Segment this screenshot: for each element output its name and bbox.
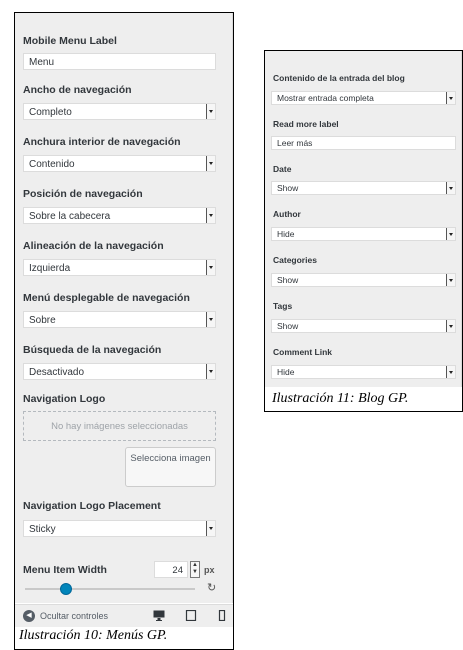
nav-position-label: Posición de navegación — [23, 188, 143, 200]
nav-logo-placement-label: Navigation Logo Placement — [23, 500, 161, 512]
date-label: Date — [273, 164, 292, 174]
read-more-label: Read more label — [273, 119, 339, 129]
menu-item-width-label: Menu Item Width — [23, 564, 107, 576]
nav-alignment-label: Alineación de la navegación — [23, 240, 164, 252]
unit-label: px — [204, 565, 215, 575]
blog-content-value: Mostrar entrada completa — [277, 93, 374, 103]
nav-logo-placement-value: Sticky — [29, 524, 56, 535]
chevron-down-icon[interactable] — [206, 208, 215, 223]
tags-label: Tags — [273, 301, 293, 311]
blog-customizer-panel: Contenido de la entrada del blog Mostrar… — [265, 51, 462, 387]
tags-select[interactable]: Show — [271, 319, 456, 333]
reset-icon[interactable]: ↻ — [207, 581, 216, 594]
nav-width-label: Ancho de navegación — [23, 84, 132, 96]
nav-inner-width-value: Contenido — [29, 159, 75, 170]
chevron-down-icon[interactable] — [446, 182, 455, 194]
chevron-down-icon[interactable] — [206, 312, 215, 327]
nav-logo-placement-select[interactable]: Sticky — [23, 520, 216, 537]
chevron-down-icon[interactable] — [446, 228, 455, 240]
tags-value: Show — [277, 321, 299, 331]
tablet-icon[interactable] — [185, 610, 197, 621]
hide-controls-button[interactable]: Ocultar controles — [40, 611, 108, 621]
mobile-menu-label-input[interactable]: Menu — [23, 53, 216, 70]
nav-search-label: Búsqueda de la navegación — [23, 344, 162, 356]
spinner-icon[interactable]: ▲ ▼ — [190, 561, 200, 578]
menus-customizer-panel: Mobile Menu Label Menu Ancho de navegaci… — [15, 13, 233, 627]
read-more-input[interactable]: Leer más — [271, 136, 456, 150]
nav-position-value: Sobre la cabecera — [29, 211, 111, 222]
customizer-footer: ◀ Ocultar controles — [15, 604, 233, 627]
blog-content-select[interactable]: Mostrar entrada completa — [271, 91, 456, 105]
author-value: Hide — [277, 229, 295, 239]
menu-item-width-slider[interactable] — [25, 583, 195, 595]
comment-link-select[interactable]: Hide — [271, 365, 456, 379]
nav-dropdown-label: Menú desplegable de navegación — [23, 292, 190, 304]
mobile-icon[interactable] — [216, 610, 228, 621]
menus-figure: Mobile Menu Label Menu Ancho de navegaci… — [14, 12, 234, 650]
nav-inner-width-select[interactable]: Contenido — [23, 155, 216, 172]
menu-item-width-input[interactable]: 24 — [154, 561, 188, 578]
comment-link-value: Hide — [277, 367, 295, 377]
chevron-down-icon[interactable] — [206, 521, 215, 536]
chevron-down-icon[interactable] — [206, 104, 215, 119]
date-select[interactable]: Show — [271, 181, 456, 195]
nav-inner-width-label: Anchura interior de navegación — [23, 136, 181, 148]
author-select[interactable]: Hide — [271, 227, 456, 241]
nav-alignment-value: Izquierda — [29, 263, 71, 274]
circle-left-icon[interactable]: ◀ — [23, 610, 35, 622]
blog-content-label: Contenido de la entrada del blog — [273, 73, 405, 83]
author-label: Author — [273, 209, 301, 219]
date-value: Show — [277, 183, 299, 193]
comment-link-label: Comment Link — [273, 347, 333, 357]
nav-search-select[interactable]: Desactivado — [23, 363, 216, 380]
nav-dropdown-select[interactable]: Sobre — [23, 311, 216, 328]
nav-alignment-select[interactable]: Izquierda — [23, 259, 216, 276]
nav-width-select[interactable]: Completo — [23, 103, 216, 120]
nav-dropdown-value: Sobre — [29, 315, 56, 326]
mobile-menu-label-label: Mobile Menu Label — [23, 35, 117, 47]
desktop-icon[interactable] — [153, 610, 165, 621]
figure-caption: Ilustración 10: Menús GP. — [19, 628, 168, 643]
slider-handle[interactable] — [59, 583, 72, 595]
select-image-button[interactable]: Selecciona imagen — [125, 447, 216, 487]
nav-logo-dropzone[interactable]: No hay imágenes seleccionadas — [23, 411, 216, 441]
chevron-down-icon[interactable] — [206, 156, 215, 171]
nav-width-value: Completo — [29, 107, 72, 118]
chevron-down-icon[interactable] — [446, 274, 455, 286]
figure-caption: Ilustración 11: Blog GP. — [272, 391, 409, 406]
chevron-down-icon[interactable] — [446, 366, 455, 378]
chevron-down-icon[interactable] — [206, 364, 215, 379]
chevron-down-icon[interactable] — [446, 320, 455, 332]
chevron-down-icon[interactable] — [446, 92, 455, 104]
nav-search-value: Desactivado — [29, 367, 85, 378]
categories-select[interactable]: Show — [271, 273, 456, 287]
categories-value: Show — [277, 275, 299, 285]
blog-figure: Contenido de la entrada del blog Mostrar… — [264, 50, 463, 412]
nav-logo-label: Navigation Logo — [23, 393, 106, 405]
categories-label: Categories — [273, 255, 317, 265]
nav-position-select[interactable]: Sobre la cabecera — [23, 207, 216, 224]
chevron-down-icon[interactable] — [206, 260, 215, 275]
